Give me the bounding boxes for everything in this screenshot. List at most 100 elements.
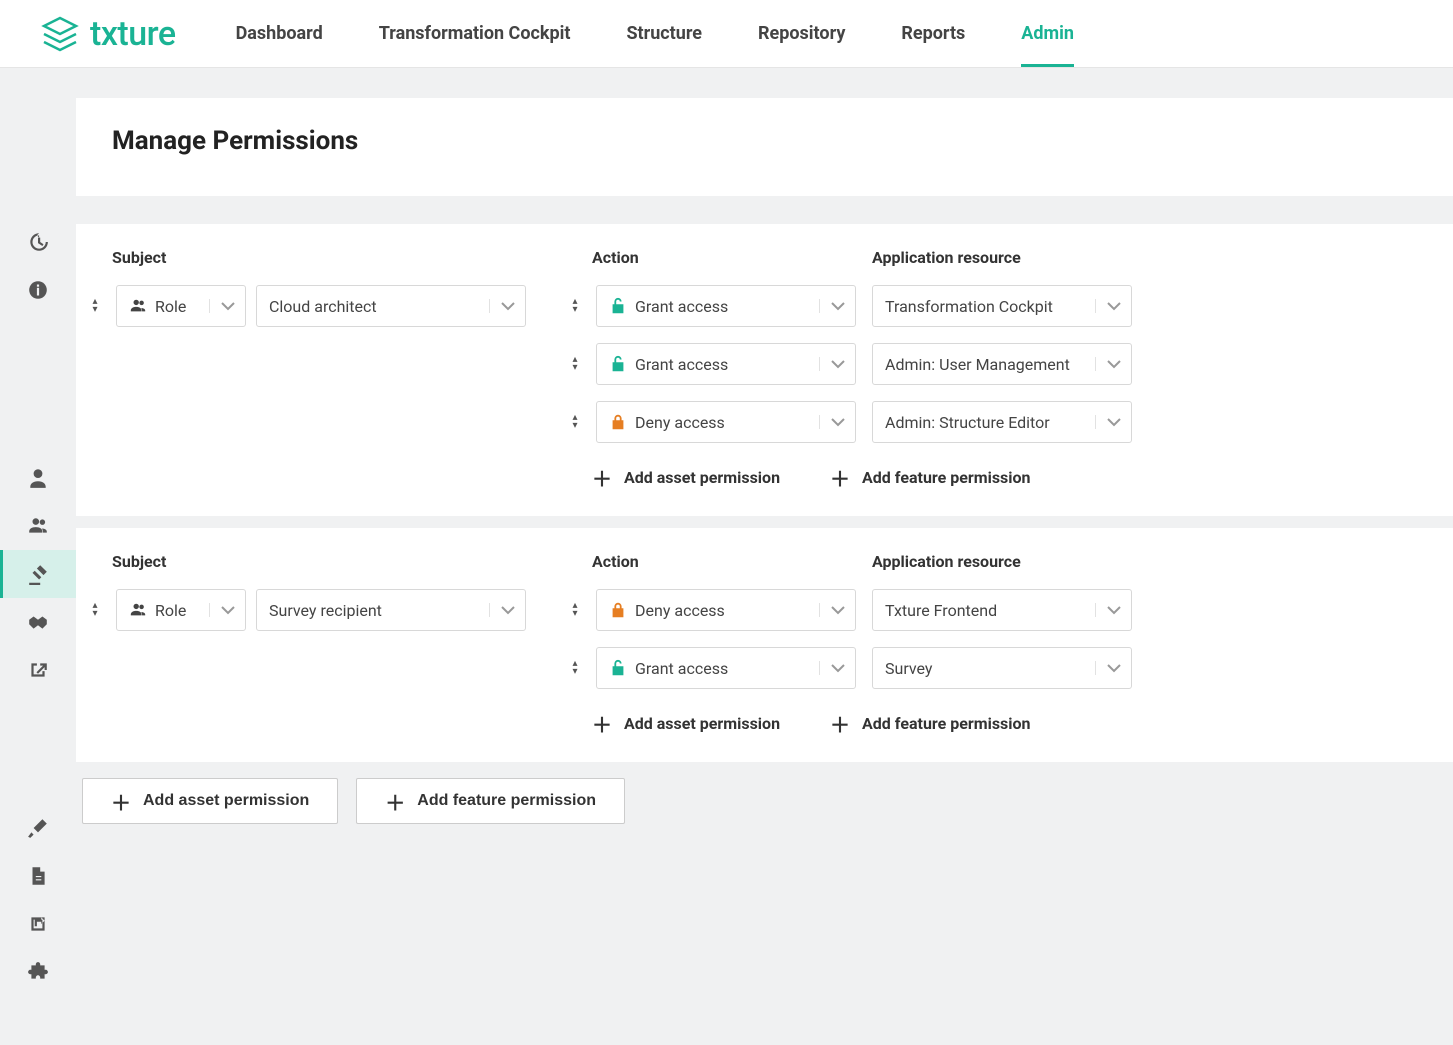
add-asset-label: Add asset permission <box>624 714 780 733</box>
permission-block: Subject Action Application resource Role… <box>76 528 1453 762</box>
col-head-action: Action <box>592 552 872 571</box>
sort-handle-icon[interactable] <box>568 600 582 620</box>
plus-icon: ＋ <box>592 709 612 738</box>
subject-value-label: Survey recipient <box>269 601 382 620</box>
add-feature-permission-button[interactable]: ＋ Add feature permission <box>356 778 625 824</box>
sidebar-history[interactable] <box>0 218 76 266</box>
resource-select[interactable]: Txture Frontend <box>872 589 1132 631</box>
add-feature-label: Add feature permission <box>862 714 1030 733</box>
subject-value-label: Cloud architect <box>269 297 377 316</box>
add-feature-label: Add feature permission <box>862 468 1030 487</box>
chevron-down-icon <box>819 415 855 429</box>
resource-select[interactable]: Survey <box>872 647 1132 689</box>
chevron-down-icon <box>489 603 525 617</box>
logo[interactable]: txture <box>40 14 176 54</box>
topbar: txture Dashboard Transformation Cockpit … <box>0 0 1453 68</box>
sort-handle-icon[interactable] <box>568 412 582 432</box>
resource-label: Txture Frontend <box>885 601 997 620</box>
resource-label: Admin: User Management <box>885 355 1070 374</box>
chevron-down-icon <box>1095 357 1131 371</box>
add-feature-permission-link[interactable]: ＋ Add feature permission <box>830 709 1030 738</box>
resource-label: Survey <box>885 659 932 678</box>
chevron-down-icon <box>1095 415 1131 429</box>
action-label: Grant access <box>635 659 728 678</box>
logo-text: txture <box>90 14 176 54</box>
sidebar <box>0 68 76 996</box>
chevron-down-icon <box>1095 603 1131 617</box>
resource-label: Admin: Structure Editor <box>885 413 1050 432</box>
chevron-down-icon <box>819 603 855 617</box>
resource-select[interactable]: Admin: User Management <box>872 343 1132 385</box>
add-asset-label: Add asset permission <box>624 468 780 487</box>
chevron-down-icon <box>1095 299 1131 313</box>
nav-structure[interactable]: Structure <box>626 0 702 67</box>
subject-value-select[interactable]: Survey recipient <box>256 589 526 631</box>
col-head-subject: Subject <box>112 552 592 571</box>
logo-icon <box>40 14 80 54</box>
subject-type-select[interactable]: Role <box>116 589 246 631</box>
sidebar-file[interactable] <box>0 852 76 900</box>
action-label: Grant access <box>635 355 728 374</box>
plus-icon: ＋ <box>385 787 405 816</box>
nav-repository[interactable]: Repository <box>758 0 845 67</box>
lock-closed-icon <box>609 601 627 619</box>
page-header: Manage Permissions <box>76 98 1453 196</box>
sidebar-user[interactable] <box>0 454 76 502</box>
chevron-down-icon <box>819 661 855 675</box>
sort-handle-icon[interactable] <box>568 296 582 316</box>
plus-icon: ＋ <box>111 787 131 816</box>
nav-transformation-cockpit[interactable]: Transformation Cockpit <box>379 0 571 67</box>
add-feature-permission-link[interactable]: ＋ Add feature permission <box>830 463 1030 492</box>
add-asset-permission-link[interactable]: ＋ Add asset permission <box>592 463 780 492</box>
plus-icon: ＋ <box>830 709 850 738</box>
action-label: Deny access <box>635 601 725 620</box>
bottom-buttons: ＋ Add asset permission ＋ Add feature per… <box>76 778 1453 824</box>
nav-dashboard[interactable]: Dashboard <box>236 0 323 67</box>
lock-open-icon <box>609 297 627 315</box>
lock-open-icon <box>609 659 627 677</box>
permission-block: Subject Action Application resource Role <box>76 224 1453 516</box>
resource-select[interactable]: Transformation Cockpit <box>872 285 1132 327</box>
sort-handle-icon[interactable] <box>88 600 102 620</box>
sort-handle-icon[interactable] <box>568 658 582 678</box>
add-feature-button-label: Add feature permission <box>417 792 596 810</box>
nav-reports[interactable]: Reports <box>901 0 965 67</box>
plus-icon: ＋ <box>592 463 612 492</box>
sidebar-puzzle[interactable] <box>0 948 76 996</box>
subject-type-select[interactable]: Role <box>116 285 246 327</box>
add-asset-button-label: Add asset permission <box>143 792 309 810</box>
chevron-down-icon <box>819 357 855 371</box>
sidebar-permissions[interactable] <box>0 550 76 598</box>
action-label: Grant access <box>635 297 728 316</box>
page-title: Manage Permissions <box>112 126 1417 156</box>
sidebar-info[interactable] <box>0 266 76 314</box>
add-asset-permission-link[interactable]: ＋ Add asset permission <box>592 709 780 738</box>
chevron-down-icon <box>489 299 525 313</box>
subject-value-select[interactable]: Cloud architect <box>256 285 526 327</box>
lock-closed-icon <box>609 413 627 431</box>
action-select[interactable]: Deny access <box>596 589 856 631</box>
sidebar-external[interactable] <box>0 646 76 694</box>
resource-select[interactable]: Admin: Structure Editor <box>872 401 1132 443</box>
sidebar-brush[interactable] <box>0 804 76 852</box>
sidebar-handshake[interactable] <box>0 598 76 646</box>
users-icon <box>129 601 147 619</box>
col-head-subject: Subject <box>112 248 592 267</box>
add-asset-permission-button[interactable]: ＋ Add asset permission <box>82 778 338 824</box>
sort-handle-icon[interactable] <box>568 354 582 374</box>
nav-admin[interactable]: Admin <box>1021 0 1074 67</box>
sidebar-open[interactable] <box>0 900 76 948</box>
sort-handle-icon[interactable] <box>88 296 102 316</box>
action-select[interactable]: Grant access <box>596 647 856 689</box>
col-head-action: Action <box>592 248 872 267</box>
action-select[interactable]: Grant access <box>596 285 856 327</box>
action-select[interactable]: Grant access <box>596 343 856 385</box>
resource-label: Transformation Cockpit <box>885 297 1053 316</box>
sidebar-users[interactable] <box>0 502 76 550</box>
topnav: Dashboard Transformation Cockpit Structu… <box>236 0 1074 67</box>
chevron-down-icon <box>819 299 855 313</box>
subject-type-label: Role <box>155 297 186 316</box>
action-label: Deny access <box>635 413 725 432</box>
action-select[interactable]: Deny access <box>596 401 856 443</box>
lock-open-icon <box>609 355 627 373</box>
